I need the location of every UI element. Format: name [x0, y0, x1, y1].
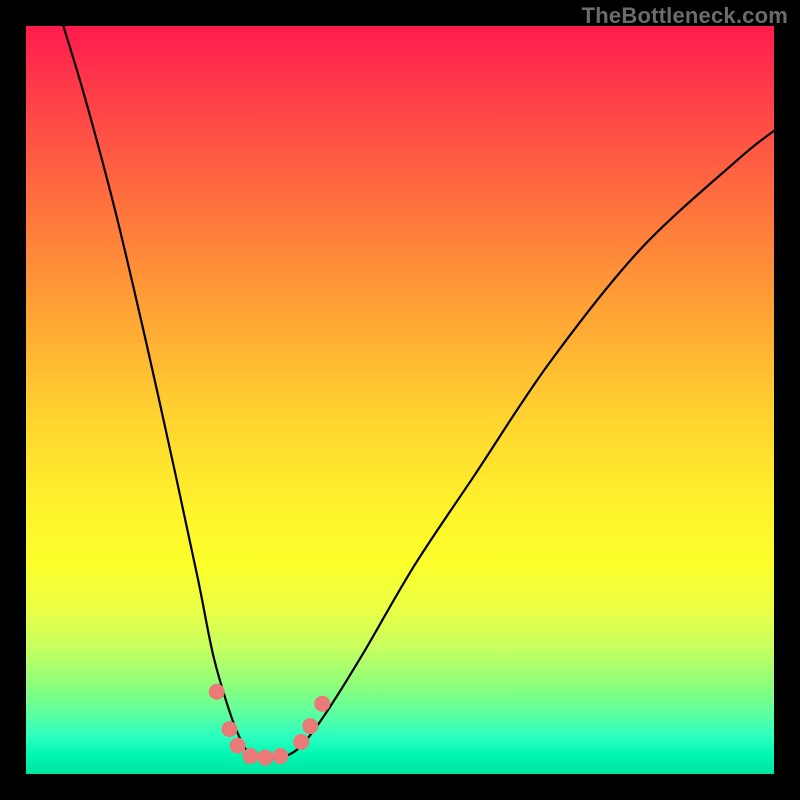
- curve-marker: [314, 696, 330, 712]
- curve-markers: [209, 684, 330, 766]
- chart-svg: [26, 26, 774, 774]
- curve-marker: [293, 734, 309, 750]
- curve-marker: [272, 748, 288, 764]
- curve-marker: [242, 748, 258, 764]
- chart-plot-area: [26, 26, 774, 774]
- curve-marker: [230, 738, 246, 754]
- bottleneck-curve: [63, 26, 774, 760]
- curve-marker: [221, 721, 237, 737]
- curve-marker: [209, 684, 225, 700]
- curve-marker: [302, 718, 318, 734]
- curve-marker: [257, 750, 273, 766]
- watermark-text: TheBottleneck.com: [582, 3, 788, 29]
